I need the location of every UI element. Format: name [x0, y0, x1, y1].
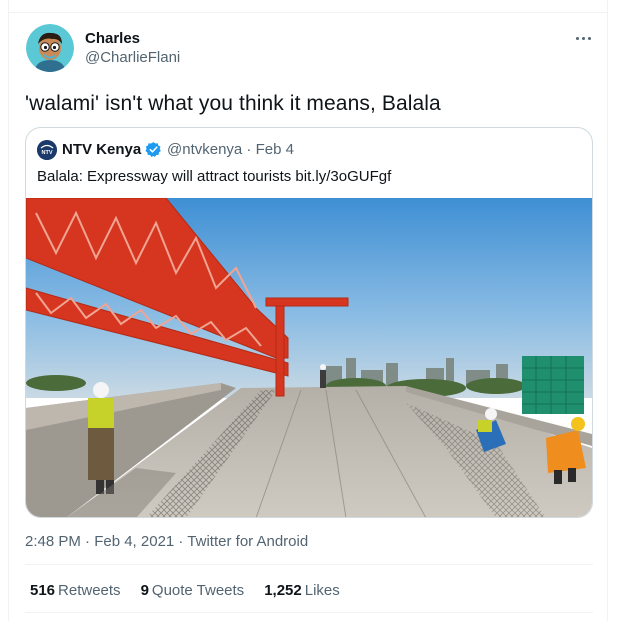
quoted-tweet-card[interactable]: NTV NTV Kenya @ntvkenya · Feb 4 Balala: … — [25, 127, 593, 518]
divider — [25, 612, 593, 613]
more-dots-icon[interactable] — [571, 28, 595, 48]
likes-label: Likes — [304, 582, 340, 599]
divider — [25, 564, 593, 565]
quoted-tweet-text: Balala: Expressway will attract tourists… — [37, 168, 392, 185]
tweet-text: 'walami' isn't what you think it means, … — [25, 92, 441, 115]
author-name[interactable]: Charles — [85, 30, 140, 47]
tweet-stats: 516 Retweets 9 Quote Tweets 1,252 Likes — [30, 582, 340, 599]
quotes-label: Quote Tweets — [151, 582, 245, 599]
frame-border-top — [8, 12, 608, 13]
cartoon-avatar-icon[interactable] — [26, 24, 74, 72]
verified-badge-icon — [145, 141, 162, 158]
retweets-count: 516 — [30, 582, 56, 599]
retweets-label: Retweets — [58, 582, 121, 599]
quotes-count: 9 — [140, 582, 149, 599]
construction-photo[interactable] — [26, 198, 592, 517]
likes-stat[interactable]: 1,252 Likes — [264, 582, 340, 599]
tweet-timestamp[interactable]: 2:48 PM · Feb 4, 2021 · Twitter for Andr… — [25, 533, 308, 550]
frame-border-right — [607, 0, 608, 621]
frame-border-left — [8, 0, 9, 621]
quote-tweets-stat[interactable]: 9 Quote Tweets — [141, 582, 245, 599]
quoted-handle-date: @ntvkenya · Feb 4 — [167, 141, 294, 158]
likes-count: 1,252 — [264, 582, 302, 599]
quoted-avatar-text: NTV — [42, 150, 53, 156]
quoted-author-name: NTV Kenya — [62, 141, 142, 158]
retweets-stat[interactable]: 516 Retweets — [30, 582, 121, 599]
quoted-avatar: NTV — [37, 140, 57, 160]
author-handle[interactable]: @CharlieFlani — [85, 49, 180, 66]
